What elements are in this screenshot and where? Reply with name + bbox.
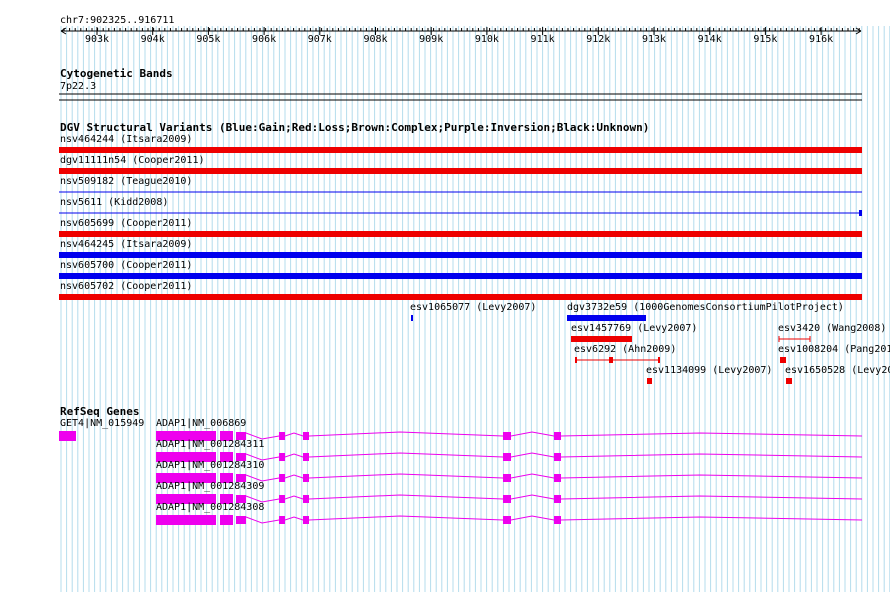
ruler-tick-label: 903k — [84, 34, 110, 45]
dgv-loss-bar — [571, 336, 632, 342]
ruler-tick-label: 909k — [419, 34, 444, 45]
gene-label[interactable]: ADAP1|NM_001284311 — [156, 439, 264, 450]
dgv-variant-label[interactable]: nsv464245 (Itsara2009) — [60, 239, 192, 250]
ruler-tick-label: 904k — [140, 34, 165, 45]
dgv-variant-label[interactable]: nsv605702 (Cooper2011) — [60, 281, 192, 292]
gene-exon — [156, 515, 216, 525]
gene-exon — [303, 516, 309, 524]
dgv-gain-bar — [59, 252, 862, 258]
dgv-small-gain — [411, 315, 413, 321]
dgv-small-loss — [647, 378, 652, 384]
region-label: chr7:902325..916711 — [60, 15, 175, 26]
ruler-tick-label: 910k — [474, 34, 499, 45]
gene-exon — [503, 516, 511, 524]
dgv-variant-label[interactable]: nsv5611 (Kidd2008) — [60, 197, 168, 208]
dgv-loss-bar — [59, 168, 862, 174]
dgv-variant-label[interactable]: nsv605700 (Cooper2011) — [60, 260, 192, 271]
cytoband-label[interactable]: 7p22.3 — [60, 81, 96, 92]
ruler-tick-label: 907k — [307, 34, 332, 45]
dgv-gain-bar — [567, 315, 646, 321]
ruler-tick-label: 912k — [586, 34, 611, 45]
cytoband-track — [59, 93, 862, 101]
dgv-gain-bar — [59, 273, 862, 279]
dgv-variant-label[interactable]: nsv605699 (Cooper2011) — [60, 218, 192, 229]
gene-exon — [59, 431, 76, 441]
gene-label[interactable]: ADAP1|NM_001284308 — [156, 502, 264, 513]
gene-exon — [279, 474, 285, 482]
dgv-variant-label[interactable]: esv3420 (Wang2008) — [778, 323, 886, 334]
gene-label[interactable]: ADAP1|NM_006869 — [156, 418, 246, 429]
dgv-loss-tick — [575, 357, 577, 363]
gene-exon — [279, 453, 285, 461]
gene-exon — [236, 516, 241, 524]
gene-exon — [303, 474, 309, 482]
dgv-variant-label[interactable]: esv1650528 (Levy2010) — [785, 365, 890, 376]
gene-label[interactable]: ADAP1|NM_001284309 — [156, 481, 264, 492]
ruler-tick-label: 916k — [809, 34, 834, 45]
cytobands-title: Cytogenetic Bands — [60, 67, 173, 80]
dgv-title: DGV Structural Variants (Blue:Gain;Red:L… — [60, 121, 650, 134]
dgv-loss-tick — [658, 357, 660, 363]
gene-exon — [503, 453, 511, 461]
gene-exon — [303, 432, 309, 440]
dgv-variant-label[interactable]: esv1065077 (Levy2007) — [410, 302, 536, 313]
ruler-tick-label: 908k — [363, 34, 388, 45]
ruler-tick-label: 905k — [196, 34, 221, 45]
gene-label[interactable]: ADAP1|NM_001284310 — [156, 460, 264, 471]
gene-exon — [220, 515, 233, 525]
dgv-variant-label[interactable]: dgv11111n54 (Cooper2011) — [60, 155, 205, 166]
refseq-title: RefSeq Genes — [60, 405, 140, 418]
gene-exon — [554, 495, 561, 503]
gene-exon — [303, 453, 309, 461]
gene-exon — [241, 516, 246, 524]
gene-exon — [279, 495, 285, 503]
dgv-variant-label[interactable]: esv6292 (Ahn2009) — [574, 344, 676, 355]
ruler-tick-label: 915k — [753, 34, 778, 45]
gene-exon — [279, 516, 285, 524]
gene-exon — [279, 432, 285, 440]
ruler-tick-label: 913k — [641, 34, 667, 45]
dgv-variant-label[interactable]: esv1134099 (Levy2007) — [646, 365, 772, 376]
ruler-tick-label: 914k — [697, 34, 722, 45]
dgv-loss-bar — [59, 294, 862, 300]
gene-exon — [554, 453, 561, 461]
ruler-tick-label: 911k — [530, 34, 555, 45]
dgv-small-loss — [780, 357, 786, 363]
ruler-tick-label: 906k — [252, 34, 277, 45]
dgv-variant-label[interactable]: dgv3732e59 (1000GenomesConsortiumPilotPr… — [567, 302, 844, 313]
dgv-loss-block — [609, 357, 613, 363]
gene-exon — [303, 495, 309, 503]
gene-exon — [503, 495, 511, 503]
gene-label[interactable]: GET4|NM_015949 — [60, 418, 144, 429]
dgv-gain-end — [859, 210, 862, 216]
gene-exon — [503, 432, 511, 440]
dgv-variant-label[interactable]: esv1457769 (Levy2007) — [571, 323, 697, 334]
dgv-small-loss — [786, 378, 792, 384]
genome-browser-canvas — [59, 26, 890, 592]
dgv-variant-label[interactable]: esv1008204 (Pang2010) — [778, 344, 890, 355]
ruler — [60, 27, 862, 35]
gene-exon — [554, 432, 561, 440]
dgv-loss-bar — [59, 231, 862, 237]
dgv-loss-bar — [59, 147, 862, 153]
dgv-variant-label[interactable]: nsv464244 (Itsara2009) — [60, 134, 192, 145]
gene-exon — [554, 474, 561, 482]
gene-exon — [503, 474, 511, 482]
gene-exon — [554, 516, 561, 524]
dgv-variant-label[interactable]: nsv509182 (Teague2010) — [60, 176, 192, 187]
